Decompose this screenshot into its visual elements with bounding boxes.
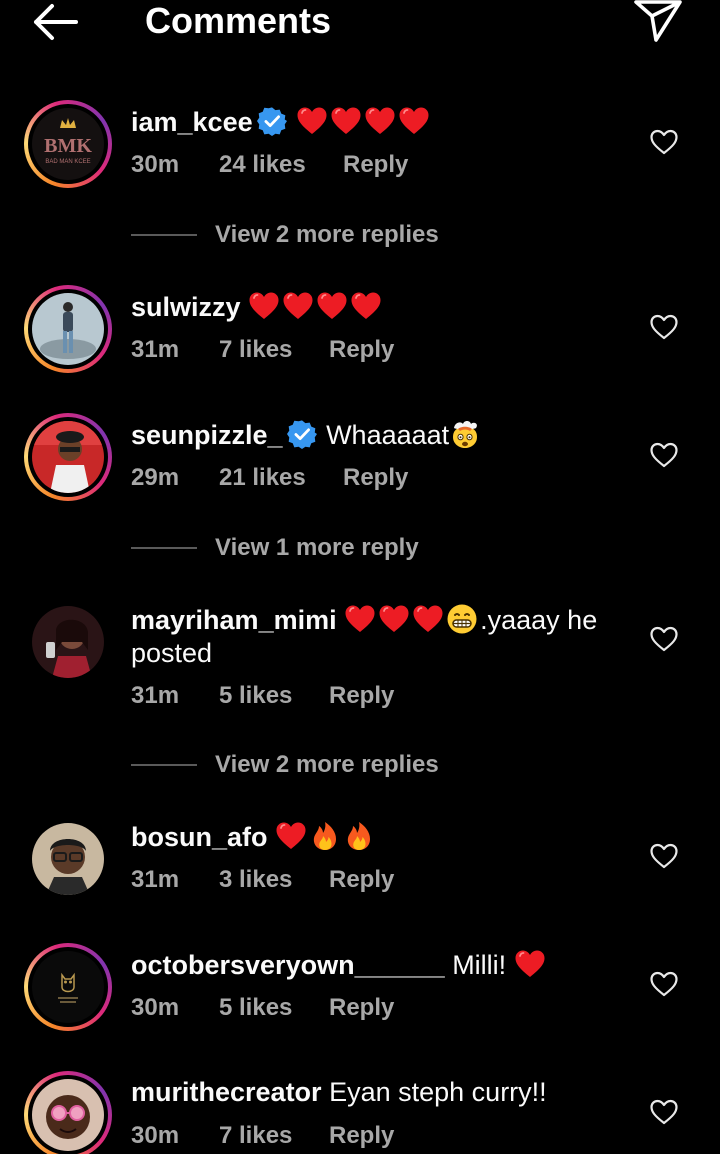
- avatar[interactable]: [24, 285, 112, 373]
- reply-button[interactable]: Reply: [343, 150, 408, 180]
- view-more-replies-label: View 2 more replies: [215, 221, 439, 248]
- heart-emoji-icon: [248, 290, 280, 322]
- comment-likes[interactable]: 5 likes: [219, 993, 292, 1023]
- comment-username[interactable]: iam_kcee: [131, 107, 253, 137]
- woman-phone-avatar: [32, 606, 104, 678]
- avatar[interactable]: [32, 823, 104, 895]
- reply-button[interactable]: Reply: [329, 335, 394, 365]
- bmk-logo-avatar: BMK BAD MAN KCEE: [32, 108, 104, 180]
- owl-logo-avatar: [32, 951, 104, 1023]
- reply-button[interactable]: Reply: [329, 681, 394, 711]
- reply-button[interactable]: Reply: [329, 1121, 394, 1151]
- comment-username[interactable]: mayriham_mimi: [131, 605, 337, 635]
- heart-emoji-icon: [282, 290, 314, 322]
- like-heart-icon[interactable]: [650, 314, 678, 340]
- comment-body: Eyan steph curry!!: [329, 1077, 547, 1107]
- view-more-replies-button[interactable]: View 2 more replies: [131, 748, 531, 782]
- reply-button[interactable]: Reply: [329, 865, 394, 895]
- like-heart-icon[interactable]: [650, 971, 678, 997]
- comment-likes[interactable]: 5 likes: [219, 681, 292, 711]
- comment-time: 31m: [131, 336, 180, 363]
- heart-emoji-icon: [514, 948, 546, 980]
- avatar[interactable]: [24, 1071, 112, 1154]
- comment-likes[interactable]: 24 likes: [219, 150, 306, 180]
- comment-username[interactable]: murithecreator: [131, 1077, 322, 1107]
- comment-likes[interactable]: 21 likes: [219, 463, 306, 493]
- heart-emoji-icon: [378, 603, 410, 635]
- comment-body: Milli!: [452, 950, 507, 980]
- fire-emoji-icon: [343, 820, 375, 852]
- comment-text: murithecreator Eyan steph curry!!: [131, 1076, 611, 1109]
- view-more-replies-label: View 1 more reply: [215, 534, 419, 561]
- comment-likes[interactable]: 7 likes: [219, 1121, 292, 1151]
- comment-time: 30m: [131, 151, 180, 178]
- heart-emoji-icon: [296, 105, 328, 137]
- like-heart-icon[interactable]: [650, 843, 678, 869]
- heart-emoji-icon: [344, 603, 376, 635]
- divider: [131, 764, 197, 766]
- heart-emoji-icon: [412, 603, 444, 635]
- like-heart-icon[interactable]: [650, 1099, 678, 1125]
- send-icon[interactable]: [630, 0, 686, 44]
- divider: [131, 234, 197, 236]
- comment-text: seunpizzle_ Whaaaaat: [131, 418, 611, 452]
- heart-emoji-icon: [364, 105, 396, 137]
- comment-body: Whaaaaat: [326, 420, 450, 450]
- grimacing-emoji-icon: [446, 603, 478, 635]
- comment-time: 30m: [131, 994, 180, 1021]
- comment-time: 30m: [131, 1122, 180, 1149]
- comment-text: bosun_afo: [131, 820, 611, 854]
- person-red-avatar: [32, 421, 104, 493]
- comment-username[interactable]: sulwizzy: [131, 292, 241, 322]
- avatar[interactable]: [24, 943, 112, 1031]
- verified-badge-icon: [287, 419, 317, 449]
- heart-emoji-icon: [350, 290, 382, 322]
- comment-text: mayriham_mimi .yaaay he posted: [131, 603, 611, 670]
- heart-emoji-icon: [316, 290, 348, 322]
- view-more-replies-label: View 2 more replies: [215, 751, 439, 778]
- man-sunglasses-avatar: [32, 1079, 104, 1151]
- comment-likes[interactable]: 3 likes: [219, 865, 292, 895]
- view-more-replies-button[interactable]: View 1 more reply: [131, 531, 531, 565]
- like-heart-icon[interactable]: [650, 129, 678, 155]
- heart-emoji-icon: [398, 105, 430, 137]
- heart-emoji-icon: [275, 820, 307, 852]
- comment-time: 29m: [131, 464, 180, 491]
- person-standing-avatar: [32, 293, 104, 365]
- divider: [131, 547, 197, 549]
- comment-time: 31m: [131, 866, 180, 893]
- heart-emoji-icon: [330, 105, 362, 137]
- comment-text: sulwizzy: [131, 290, 611, 324]
- header-bar: Comments: [0, 0, 720, 48]
- comment-username[interactable]: octobersveryown______: [131, 950, 445, 980]
- avatar[interactable]: BMK BAD MAN KCEE: [24, 100, 112, 188]
- svg-text:BMK: BMK: [44, 135, 92, 157]
- reply-button[interactable]: Reply: [329, 993, 394, 1023]
- comment-likes[interactable]: 7 likes: [219, 335, 292, 365]
- reply-button[interactable]: Reply: [343, 463, 408, 493]
- comment-text: octobersveryown______ Milli!: [131, 948, 611, 982]
- avatar[interactable]: [24, 413, 112, 501]
- page-title: Comments: [145, 0, 332, 41]
- mind-blown-emoji-icon: [449, 418, 481, 450]
- avatar[interactable]: [32, 606, 104, 678]
- man-glasses-avatar: [32, 823, 104, 895]
- svg-text:BAD MAN KCEE: BAD MAN KCEE: [45, 159, 90, 165]
- like-heart-icon[interactable]: [650, 626, 678, 652]
- verified-badge-icon: [257, 106, 287, 136]
- view-more-replies-button[interactable]: View 2 more replies: [131, 218, 531, 252]
- comment-time: 31m: [131, 682, 180, 709]
- comment-username[interactable]: seunpizzle_: [131, 420, 283, 450]
- back-arrow-icon[interactable]: [28, 0, 84, 44]
- comment-username[interactable]: bosun_afo: [131, 822, 268, 852]
- comment-text: iam_kcee: [131, 105, 611, 139]
- fire-emoji-icon: [309, 820, 341, 852]
- like-heart-icon[interactable]: [650, 442, 678, 468]
